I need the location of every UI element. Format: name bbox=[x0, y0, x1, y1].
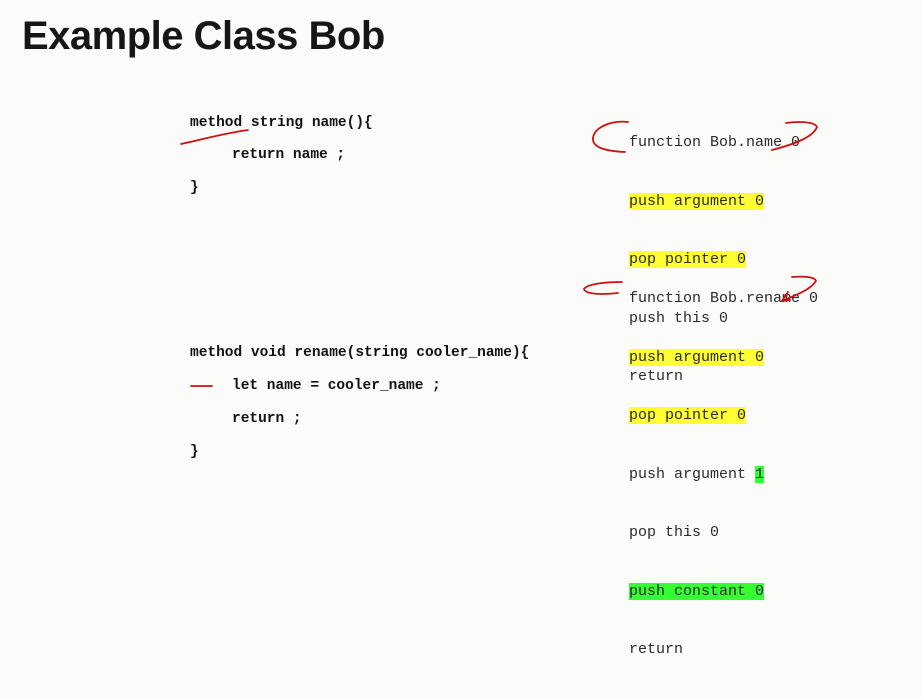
slide-title: Example Class Bob bbox=[22, 14, 385, 58]
code-line: return ; bbox=[232, 411, 302, 427]
underline-mark bbox=[180, 129, 249, 145]
vm-line: push argument 1 bbox=[629, 465, 765, 483]
vm-line-highlighted: pop pointer 0 bbox=[629, 407, 747, 424]
vm-line: pop this 0 bbox=[629, 524, 720, 541]
slide: Example Class Bob method string name(){ … bbox=[0, 0, 922, 658]
code-line: } bbox=[190, 180, 199, 196]
vm-line: function Bob.rename 0 bbox=[629, 290, 819, 307]
vm-line: return bbox=[629, 641, 684, 658]
vm-line-highlighted: push argument 0 bbox=[629, 348, 765, 366]
argument-index-highlight: 1 bbox=[755, 465, 765, 483]
bracket-mark bbox=[592, 120, 629, 153]
vm-line-highlighted: push argument 0 bbox=[629, 192, 765, 210]
vm-code-rename: function Bob.rename 0 push argument 0 po… bbox=[629, 250, 818, 699]
code-line: } bbox=[190, 444, 199, 460]
code-line: let name = cooler_name ; bbox=[232, 378, 441, 394]
code-line: method void rename(string cooler_name){ bbox=[190, 345, 530, 361]
vm-line: function Bob.name 0 bbox=[629, 134, 801, 151]
code-line: return name ; bbox=[232, 147, 346, 163]
vm-line-highlighted: push constant 0 bbox=[629, 582, 765, 600]
bracket-mark bbox=[583, 281, 623, 295]
code-line: method string name(){ bbox=[190, 115, 373, 131]
